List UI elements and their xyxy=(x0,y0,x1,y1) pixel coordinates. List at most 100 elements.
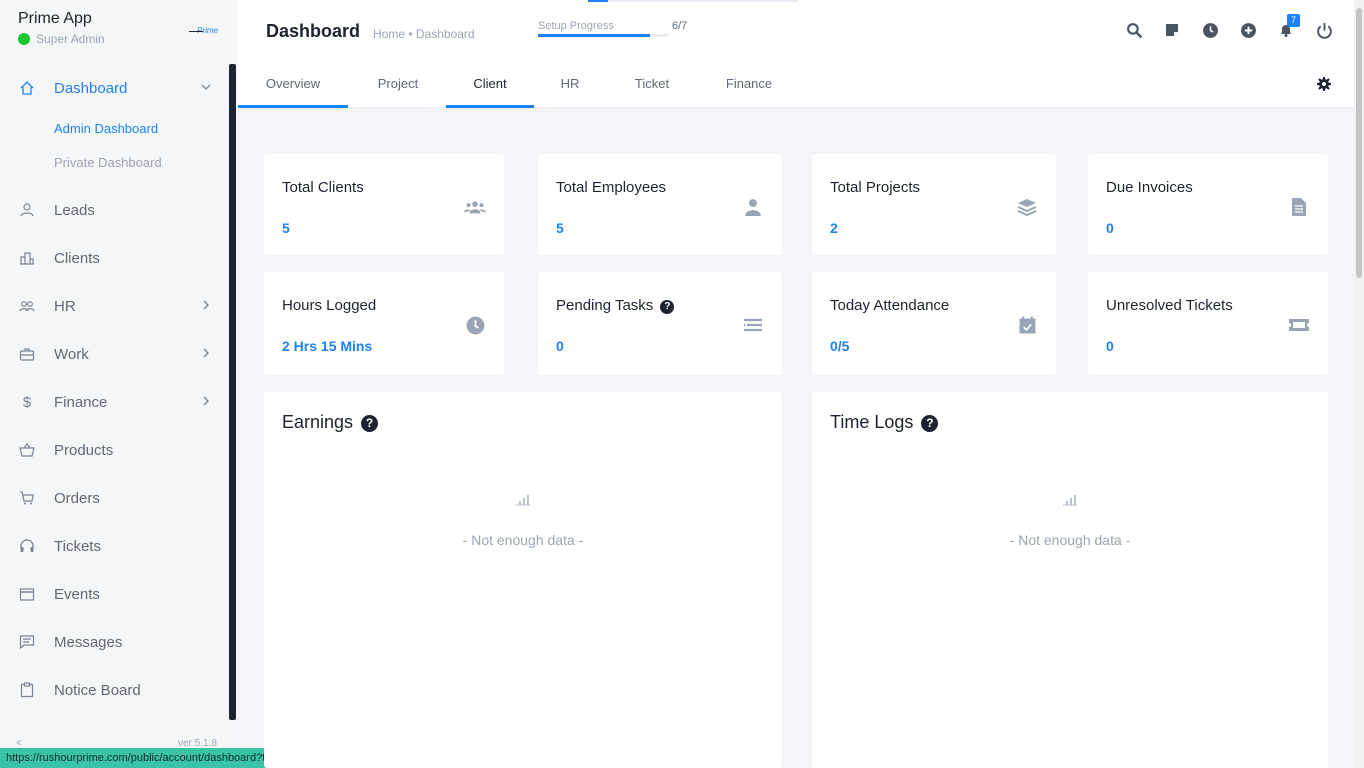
invoice-icon xyxy=(1288,196,1310,218)
sidebar-item-hr[interactable]: HR xyxy=(0,282,228,330)
ticket-icon xyxy=(1288,314,1310,336)
stat-value[interactable]: 0 xyxy=(1106,338,1114,354)
sidebar-item-label: Products xyxy=(54,441,114,459)
stat-value[interactable]: 0 xyxy=(1106,220,1114,236)
layers-icon xyxy=(1016,196,1038,218)
breadcrumb[interactable]: Home • Dashboard xyxy=(373,27,475,41)
tab-client[interactable]: Client xyxy=(446,62,534,108)
sidebar-item-label: Dashboard xyxy=(54,79,128,97)
sidebar-item-work[interactable]: Work xyxy=(0,330,228,378)
stat-title: Unresolved Tickets xyxy=(1106,297,1233,314)
stat-value[interactable]: 0 xyxy=(556,338,564,354)
clients-icon xyxy=(464,196,486,218)
dashboard-submenu: Admin Dashboard Private Dashboard xyxy=(0,112,228,180)
sidebar-item-notice-board[interactable]: Notice Board xyxy=(0,666,228,714)
stat-value[interactable]: 5 xyxy=(556,220,564,236)
sidebar-item-label: Clients xyxy=(54,249,100,267)
page-title: Dashboard xyxy=(266,21,361,41)
stat-value[interactable]: 2 xyxy=(830,220,838,236)
sidebar-item-leads[interactable]: Leads xyxy=(0,186,228,234)
stat-title: Pending Tasks xyxy=(556,297,654,314)
bar-chart-icon xyxy=(264,492,782,511)
sidebar-item-label: Messages xyxy=(54,633,123,651)
tab-overview[interactable]: Overview xyxy=(238,62,348,108)
question-circle-icon[interactable]: ? xyxy=(361,414,379,432)
tab-hr[interactable]: HR xyxy=(534,62,606,108)
stat-title: Total Employees xyxy=(556,179,667,196)
stat-value[interactable]: 2 Hrs 15 Mins xyxy=(282,338,372,354)
submenu-admin-dashboard[interactable]: Admin Dashboard xyxy=(0,112,228,146)
question-circle-icon[interactable]: ? xyxy=(921,414,939,432)
sidebar-item-tickets[interactable]: Tickets xyxy=(0,522,228,570)
question-circle-icon[interactable]: ? xyxy=(660,299,675,314)
sidebar-item-finance[interactable]: $ Finance xyxy=(0,378,228,426)
earnings-panel: Earnings ? - Not enough data - xyxy=(264,392,782,768)
loading-bar xyxy=(588,0,798,2)
stat-title: Due Invoices xyxy=(1106,179,1193,196)
sidebar-item-label: Leads xyxy=(54,201,95,219)
sidebar-item-label: Tickets xyxy=(54,537,101,555)
submenu-private-dashboard[interactable]: Private Dashboard xyxy=(0,146,228,180)
tab-finance[interactable]: Finance xyxy=(698,62,800,108)
tab-project[interactable]: Project xyxy=(348,62,448,108)
empty-state-text: - Not enough data - xyxy=(462,532,584,548)
chevron-down-icon xyxy=(200,81,212,96)
stat-title: Hours Logged xyxy=(282,297,377,314)
sidebar-item-clients[interactable]: Clients xyxy=(0,234,228,282)
brand[interactable]: Prime App Super Admin Prime xyxy=(0,0,238,60)
gear-icon[interactable] xyxy=(1316,76,1332,97)
briefcase-icon xyxy=(18,345,36,363)
stat-value[interactable]: 0/5 xyxy=(830,338,849,354)
clock-icon xyxy=(464,314,486,336)
sidebar-item-dashboard[interactable]: Dashboard xyxy=(0,64,228,112)
calendar-icon xyxy=(18,585,36,603)
role-label: Super Admin xyxy=(36,32,105,46)
stat-title-wrap: Pending Tasks ? xyxy=(556,297,675,314)
stat-card-total-projects[interactable]: Total Projects 2 xyxy=(812,154,1056,255)
stat-card-total-clients[interactable]: Total Clients 5 xyxy=(264,154,504,255)
search-icon[interactable] xyxy=(1124,20,1144,40)
clock-icon[interactable] xyxy=(1200,20,1220,40)
app-name: Prime App xyxy=(18,10,92,27)
sidebar-item-messages[interactable]: Messages xyxy=(0,618,228,666)
sidebar-item-events[interactable]: Events xyxy=(0,570,228,618)
chevron-right-icon xyxy=(200,299,212,314)
page-scrollbar[interactable] xyxy=(1354,0,1364,768)
page-scrollbar-thumb[interactable] xyxy=(1356,8,1362,278)
sidebar-item-products[interactable]: Products xyxy=(0,426,228,474)
sidebar-item-label: Events xyxy=(54,585,100,603)
sidebar-item-label: Work xyxy=(54,345,89,363)
sidebar-item-label: Finance xyxy=(54,393,108,411)
stat-card-due-invoices[interactable]: Due Invoices 0 xyxy=(1088,154,1328,255)
building-icon xyxy=(18,249,36,267)
bell-icon[interactable]: 7 xyxy=(1276,14,1300,40)
sticky-note-icon[interactable] xyxy=(1162,20,1182,40)
setup-progress[interactable]: Setup Progress 6/7 xyxy=(538,20,698,37)
sidebar-scrollbar[interactable] xyxy=(229,64,236,720)
people-icon xyxy=(18,297,36,315)
top-header: Dashboard Home • Dashboard Setup Progres… xyxy=(238,0,1354,62)
sidebar-item-label: Notice Board xyxy=(54,681,141,699)
add-circle-icon[interactable] xyxy=(1238,20,1258,40)
sidebar-item-orders[interactable]: Orders xyxy=(0,474,228,522)
user-role: Super Admin xyxy=(18,32,220,46)
stat-card-unresolved-tickets[interactable]: Unresolved Tickets 0 xyxy=(1088,272,1328,375)
timelogs-title-wrap: Time Logs ? xyxy=(830,412,939,433)
dollar-icon: $ xyxy=(22,393,32,411)
stat-value[interactable]: 5 xyxy=(282,220,290,236)
earnings-title-wrap: Earnings ? xyxy=(282,412,379,433)
dashboard-tabs: Overview Project Client HR Ticket Financ… xyxy=(238,62,1354,108)
basket-icon xyxy=(18,441,36,459)
timelogs-title: Time Logs xyxy=(830,412,914,432)
stat-card-hours-logged[interactable]: Hours Logged 2 Hrs 15 Mins xyxy=(264,272,504,375)
notification-badge: 7 xyxy=(1287,14,1300,27)
power-icon[interactable] xyxy=(1314,20,1334,40)
tab-ticket[interactable]: Ticket xyxy=(606,62,698,108)
header-actions: 7 xyxy=(1124,14,1334,40)
stat-title: Total Clients xyxy=(282,179,364,196)
stat-title: Total Projects xyxy=(830,179,921,196)
stat-card-today-attendance[interactable]: Today Attendance 0/5 xyxy=(812,272,1056,375)
stat-card-pending-tasks[interactable]: Pending Tasks ? 0 xyxy=(538,272,782,375)
stat-card-total-employees[interactable]: Total Employees 5 xyxy=(538,154,782,255)
setup-progress-fill xyxy=(538,34,650,37)
